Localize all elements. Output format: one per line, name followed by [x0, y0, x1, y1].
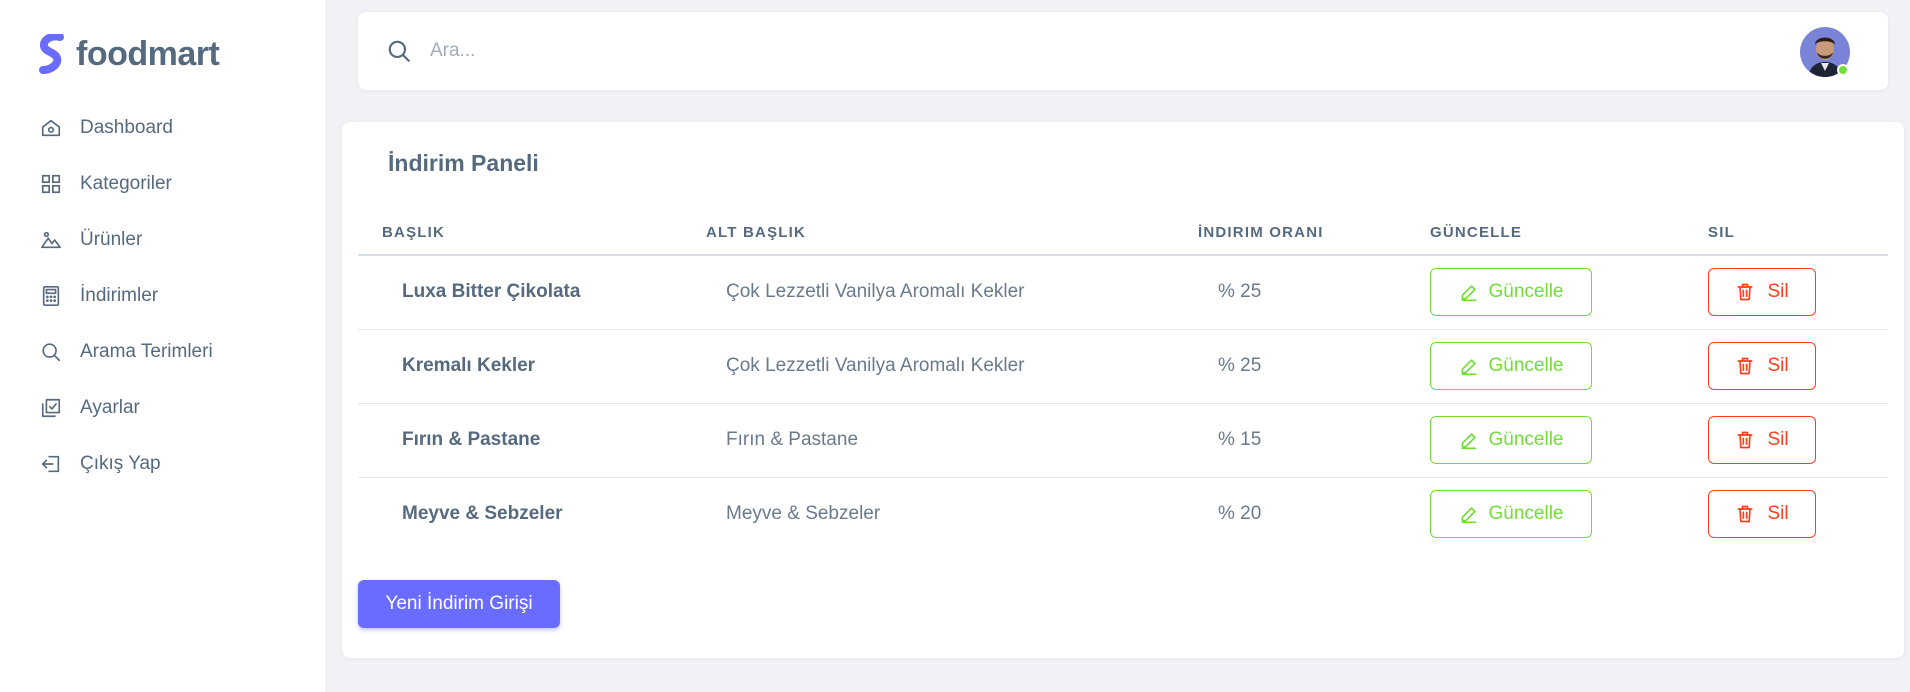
sidebar-item-label: Çıkış Yap: [80, 453, 161, 474]
search-input[interactable]: [430, 32, 1330, 70]
table-row: Luxa Bitter Çikolata Çok Lezzetli Vanily…: [358, 256, 1888, 330]
discount-panel-card: İndirim Paneli BAŞLIK ALT BAŞLIK İNDIRIM…: [342, 122, 1904, 658]
delete-button-label: Sil: [1767, 429, 1789, 450]
new-discount-button[interactable]: Yeni İndirim Girişi: [358, 580, 560, 628]
column-header-title: BAŞLIK: [382, 224, 446, 241]
row-rate: % 20: [1218, 503, 1262, 524]
row-rate: % 15: [1218, 429, 1262, 450]
sidebar-item-ayarlar[interactable]: Ayarlar: [40, 380, 310, 436]
sidebar-item-dashboard[interactable]: Dashboard: [40, 100, 310, 156]
row-title: Kremalı Kekler: [402, 355, 536, 376]
sidebar-item-label: Arama Terimleri: [80, 341, 213, 362]
delete-button-label: Sil: [1767, 281, 1789, 302]
delete-button[interactable]: Sil: [1708, 416, 1816, 464]
update-button[interactable]: Güncelle: [1430, 268, 1592, 316]
logout-icon: [41, 455, 60, 473]
sidebar-item-urunler[interactable]: Ürünler: [40, 212, 310, 268]
update-button-label: Güncelle: [1488, 355, 1564, 376]
trash-icon: [1737, 505, 1753, 523]
home-icon: [41, 119, 61, 137]
pencil-icon: [1461, 285, 1476, 302]
row-title: Luxa Bitter Çikolata: [402, 281, 581, 302]
column-header-delete: SIL: [1708, 224, 1735, 241]
row-subtitle: Fırın & Pastane: [726, 429, 859, 450]
column-header-subtitle: ALT BAŞLIK: [706, 224, 807, 241]
update-button-label: Güncelle: [1488, 503, 1564, 524]
user-avatar[interactable]: [1800, 27, 1850, 77]
update-button-label: Güncelle: [1488, 281, 1564, 302]
grid-icon: [41, 174, 61, 194]
search-icon: [42, 343, 61, 362]
sidebar-item-cikis-yap[interactable]: Çıkış Yap: [40, 436, 310, 492]
search-icon: [388, 40, 410, 62]
brand-logo-icon: [39, 34, 64, 74]
update-button[interactable]: Güncelle: [1430, 416, 1592, 464]
brand-name: foodmart: [76, 34, 220, 73]
sidebar-item-label: Dashboard: [80, 117, 173, 138]
image-icon: [41, 231, 61, 249]
column-header-update: GÜNCELLE: [1430, 224, 1523, 241]
brand[interactable]: foodmart: [38, 32, 220, 76]
sidebar-item-kategoriler[interactable]: Kategoriler: [40, 156, 310, 212]
trash-icon: [1737, 431, 1753, 449]
row-subtitle: Çok Lezzetli Vanilya Aromalı Kekler: [726, 281, 1025, 302]
online-status-indicator: [1837, 64, 1849, 76]
top-navbar: [358, 12, 1888, 90]
sidebar-item-label: İndirimler: [80, 285, 159, 306]
row-title: Fırın & Pastane: [402, 429, 541, 450]
pencil-icon: [1461, 507, 1476, 524]
delete-button[interactable]: Sil: [1708, 490, 1816, 538]
sidebar-item-label: Ayarlar: [80, 397, 140, 418]
sidebar-item-label: Ürünler: [80, 229, 143, 250]
pencil-icon: [1461, 433, 1476, 450]
column-header-rate: İNDIRIM ORANI: [1198, 224, 1324, 241]
row-subtitle: Meyve & Sebzeler: [726, 503, 881, 524]
delete-button[interactable]: Sil: [1708, 268, 1816, 316]
update-button[interactable]: Güncelle: [1430, 490, 1592, 538]
page-title: İndirim Paneli: [388, 150, 539, 176]
table-row: Kremalı Kekler Çok Lezzetli Vanilya Arom…: [358, 330, 1888, 404]
row-rate: % 25: [1218, 355, 1262, 376]
pencil-icon: [1461, 359, 1476, 376]
trash-icon: [1737, 283, 1753, 301]
table-row: Meyve & Sebzeler Meyve & Sebzeler % 20 G…: [358, 478, 1888, 552]
sidebar: foodmart Dashboard Kategoriler Ürünler İ…: [0, 0, 325, 692]
table-header: BAŞLIK ALT BAŞLIK İNDIRIM ORANI GÜNCELLE…: [358, 214, 1888, 256]
sidebar-item-arama-terimleri[interactable]: Arama Terimleri: [40, 324, 310, 380]
update-button-label: Güncelle: [1488, 429, 1564, 450]
row-title: Meyve & Sebzeler: [402, 503, 563, 524]
trash-icon: [1737, 357, 1753, 375]
sidebar-item-label: Kategoriler: [80, 173, 172, 194]
calculator-icon: [42, 286, 60, 306]
row-subtitle: Çok Lezzetli Vanilya Aromalı Kekler: [726, 355, 1025, 376]
update-button[interactable]: Güncelle: [1430, 342, 1592, 390]
table-row: Fırın & Pastane Fırın & Pastane % 15 Gün…: [358, 404, 1888, 478]
delete-button[interactable]: Sil: [1708, 342, 1816, 390]
delete-button-label: Sil: [1767, 355, 1789, 376]
row-rate: % 25: [1218, 281, 1262, 302]
checkbox-icon: [41, 398, 61, 418]
sidebar-menu: Dashboard Kategoriler Ürünler İndirimler: [40, 100, 310, 492]
sidebar-item-indirimler[interactable]: İndirimler: [40, 268, 310, 324]
discount-table: BAŞLIK ALT BAŞLIK İNDIRIM ORANI GÜNCELLE…: [358, 214, 1888, 552]
delete-button-label: Sil: [1767, 503, 1789, 524]
